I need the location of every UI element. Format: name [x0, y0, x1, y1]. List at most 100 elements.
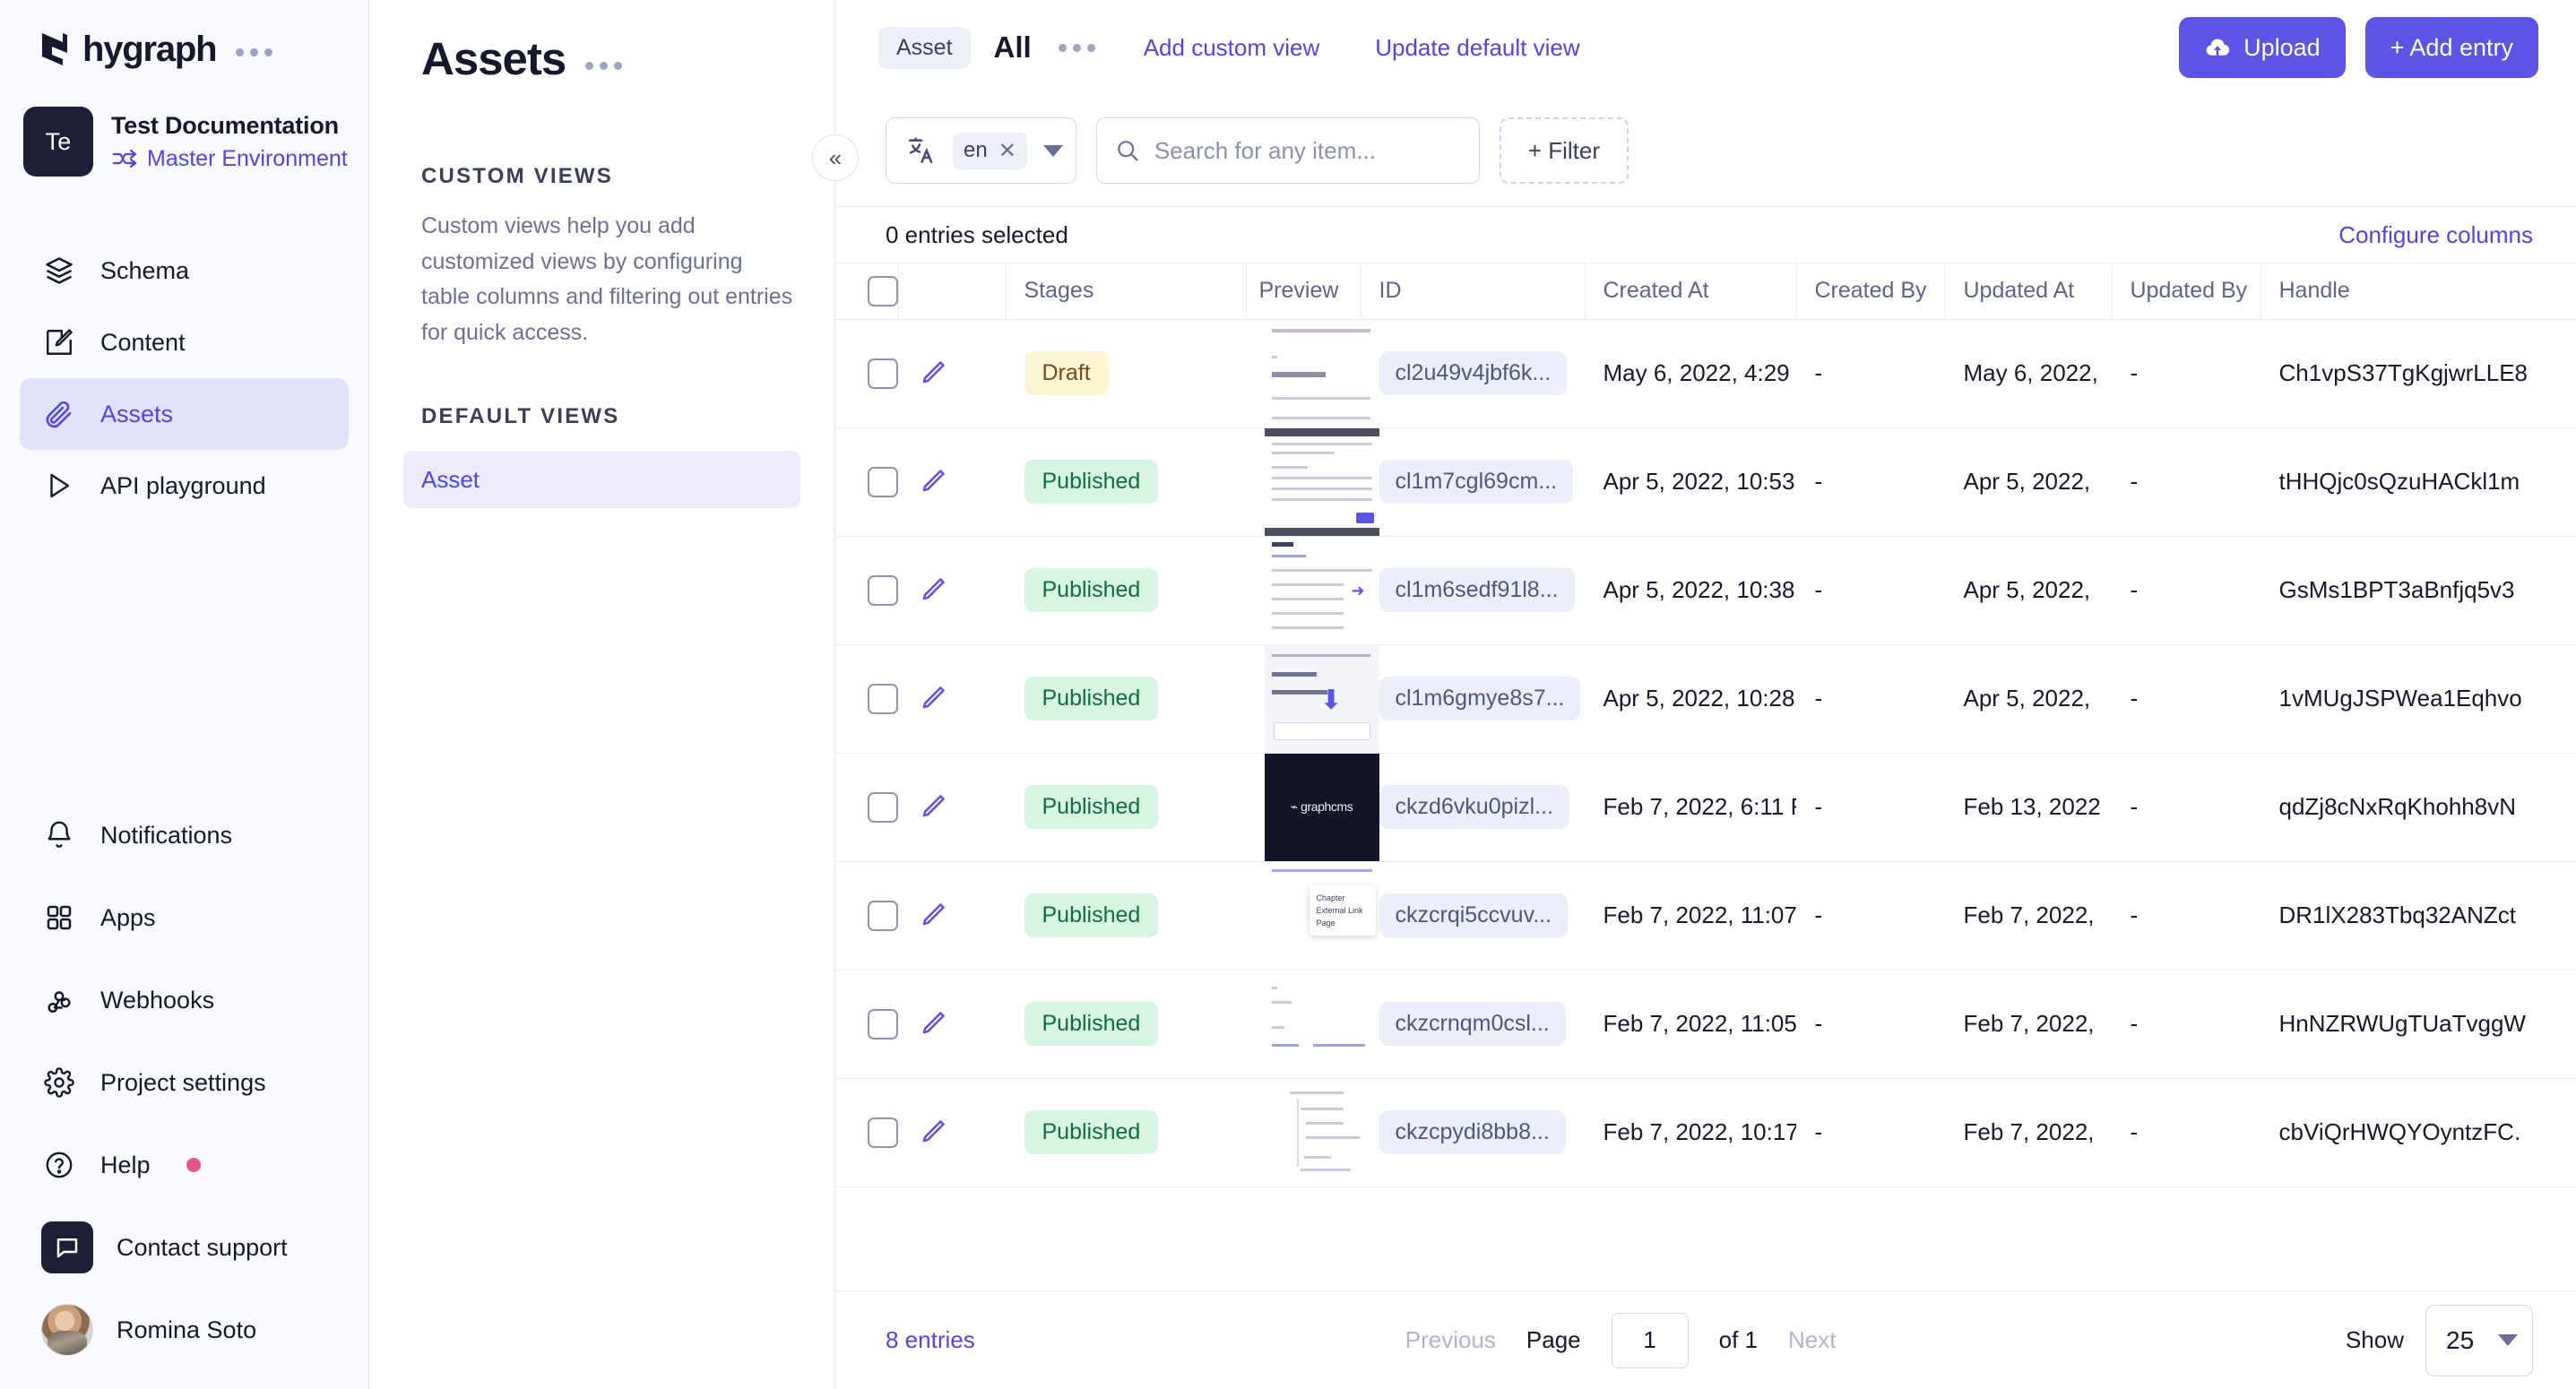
row-updated-by-cell: - — [2112, 970, 2260, 1079]
table-row[interactable]: Published ⌁ graphcms ckzd6vku0pizl... Feb 7… — [835, 753, 2576, 862]
next-page-button[interactable]: Next — [1788, 1326, 1836, 1354]
update-default-view-link[interactable]: Update default view — [1375, 34, 1579, 62]
locale-chip[interactable]: en ✕ — [953, 132, 1027, 169]
table-row[interactable]: Published ⬇ cl1m6gmye8s7... Apr 5, 2022, 10… — [835, 644, 2576, 754]
edit-pencil-icon[interactable] — [917, 575, 1006, 606]
views-panel: Assets CUSTOM VIEWS Custom views help yo… — [369, 0, 835, 1389]
chevron-down-icon[interactable] — [1042, 144, 1063, 157]
row-preview-cell[interactable]: ⌁ graphcms — [1246, 753, 1379, 862]
select-all-header — [835, 263, 899, 320]
sidebar-item-user-profile[interactable]: Romina Soto — [20, 1289, 349, 1371]
sidebar-item-notifications[interactable]: Notifications — [20, 794, 349, 876]
avatar — [41, 1304, 93, 1356]
environment-row[interactable]: Master Environment — [111, 146, 348, 172]
table-row[interactable]: Published Chapter External Link Page ckzcrqi… — [835, 861, 2576, 971]
search-input[interactable] — [1154, 136, 1461, 165]
row-checkbox[interactable] — [868, 466, 898, 497]
cloud-upload-icon — [2204, 34, 2231, 61]
table-row[interactable]: Published ckzcpydi8bb8... Feb 7, 2022, 10:… — [835, 1078, 2576, 1187]
remove-locale-icon[interactable]: ✕ — [998, 138, 1016, 164]
page-size-select[interactable]: 25 — [2425, 1304, 2533, 1376]
sidebar-item-assets[interactable]: Assets — [20, 378, 349, 450]
sidebar-item-api-playground[interactable]: API playground — [20, 450, 349, 522]
row-created-at-cell: Apr 5, 2022, 10:28 — [1585, 644, 1796, 754]
default-view-item-asset[interactable]: Asset — [403, 451, 800, 508]
row-preview-cell[interactable]: ⬇ — [1246, 644, 1379, 754]
row-handle-cell: Ch1vpS37TgKgjwrLLE8 — [2260, 319, 2576, 428]
select-all-checkbox[interactable] — [868, 275, 898, 306]
edit-pencil-icon[interactable] — [917, 792, 1006, 823]
edit-pencil-icon[interactable] — [917, 901, 1006, 931]
collapse-panel-button[interactable]: « — [812, 134, 859, 181]
row-checkbox[interactable] — [868, 1117, 898, 1148]
branch-icon — [111, 148, 138, 169]
row-checkbox[interactable] — [868, 574, 898, 606]
sidebar-item-schema[interactable]: Schema — [20, 235, 349, 306]
column-header-created-at[interactable]: Created At — [1585, 263, 1797, 320]
page-title-menu-icon[interactable] — [585, 62, 623, 70]
row-checkbox[interactable] — [868, 358, 898, 389]
column-header-stages[interactable]: Stages — [1006, 263, 1247, 320]
row-preview-cell[interactable] — [1246, 427, 1379, 537]
edit-pencil-icon[interactable] — [917, 467, 1006, 497]
question-circle-icon — [41, 1147, 77, 1183]
hygraph-logo-icon — [38, 31, 72, 67]
sidebar-item-contact-support[interactable]: Contact support — [20, 1206, 349, 1289]
edit-pencil-icon[interactable] — [917, 1117, 1006, 1148]
column-header-updated-by[interactable]: Updated By — [2112, 263, 2261, 320]
column-header-preview[interactable]: Preview — [1246, 263, 1361, 320]
row-created-by-cell: - — [1796, 1078, 1945, 1187]
row-handle-cell: GsMs1BPT3aBnfjq5v3 — [2260, 536, 2576, 645]
table-row[interactable]: Draft cl2u49v4jbf6k... May 6, 2022, 4:29- M… — [835, 319, 2576, 428]
configure-columns-link[interactable]: Configure columns — [2338, 221, 2533, 249]
active-view-name[interactable]: All — [994, 30, 1032, 65]
row-checkbox[interactable] — [868, 791, 898, 823]
column-header-updated-at[interactable]: Updated At — [1945, 263, 2113, 320]
sidebar-item-webhooks[interactable]: Webhooks — [20, 959, 349, 1041]
column-header-id[interactable]: ID — [1361, 263, 1586, 320]
table-header-row: Stages Preview ID Created At Created By … — [835, 263, 2576, 320]
row-checkbox[interactable] — [868, 683, 898, 714]
paperclip-icon — [41, 396, 77, 432]
chat-icon — [41, 1221, 93, 1273]
sidebar-item-apps[interactable]: Apps — [20, 876, 349, 959]
column-header-handle[interactable]: Handle — [2260, 263, 2576, 320]
add-entry-button[interactable]: + Add entry — [2364, 17, 2538, 78]
row-preview-cell[interactable] — [1246, 319, 1379, 428]
view-menu-icon[interactable] — [1058, 43, 1095, 52]
gear-icon — [41, 1065, 77, 1100]
sidebar-item-help[interactable]: Help — [20, 1124, 349, 1206]
add-filter-button[interactable]: + Filter — [1499, 117, 1629, 184]
column-header-created-by[interactable]: Created By — [1796, 263, 1946, 320]
model-chip[interactable]: Asset — [878, 26, 971, 69]
row-preview-cell[interactable] — [1246, 1078, 1379, 1187]
edit-pencil-icon[interactable] — [917, 358, 1006, 389]
brand-menu-icon[interactable] — [236, 47, 273, 56]
project-text: Test Documentation Master Environment — [111, 112, 348, 172]
add-custom-view-link[interactable]: Add custom view — [1144, 34, 1320, 62]
table-row[interactable]: Published cl1m7cgl69cm... Apr 5, 2022, 10:… — [835, 427, 2576, 537]
sidebar-item-project-settings[interactable]: Project settings — [20, 1041, 349, 1124]
row-checkbox[interactable] — [868, 900, 898, 931]
row-preview-cell[interactable] — [1246, 970, 1379, 1079]
upload-button[interactable]: Upload — [2179, 17, 2346, 78]
row-preview-cell[interactable]: ➜ — [1246, 536, 1379, 645]
table-row[interactable]: Published ➜ cl1m6sedf91l8... Apr 5, 2022, 1… — [835, 536, 2576, 645]
page-number-input[interactable]: 1 — [1611, 1312, 1689, 1368]
pager: Previous Page 1 of 1 Next — [1405, 1312, 1836, 1368]
page-label: Page — [1526, 1326, 1581, 1353]
row-preview-cell[interactable]: Chapter External Link Page — [1246, 861, 1379, 971]
previous-page-button[interactable]: Previous — [1405, 1326, 1496, 1354]
edit-pencil-icon[interactable] — [917, 684, 1006, 714]
sidebar-item-label: Help — [100, 1151, 151, 1178]
locale-selector[interactable]: en ✕ — [886, 117, 1076, 184]
page-size-control: Show 25 — [2346, 1304, 2533, 1376]
row-checkbox[interactable] — [868, 1008, 898, 1040]
search-box[interactable] — [1095, 117, 1480, 184]
table-row[interactable]: Published ckzcrnqm0csl... Feb 7, 2022, 11:… — [835, 970, 2576, 1079]
row-edit-cell — [898, 753, 1006, 862]
project-switcher[interactable]: Te Test Documentation Master Environment — [0, 106, 368, 177]
sidebar-item-label: API playground — [100, 471, 266, 499]
edit-pencil-icon[interactable] — [917, 1009, 1006, 1040]
sidebar-item-content[interactable]: Content — [20, 306, 349, 378]
